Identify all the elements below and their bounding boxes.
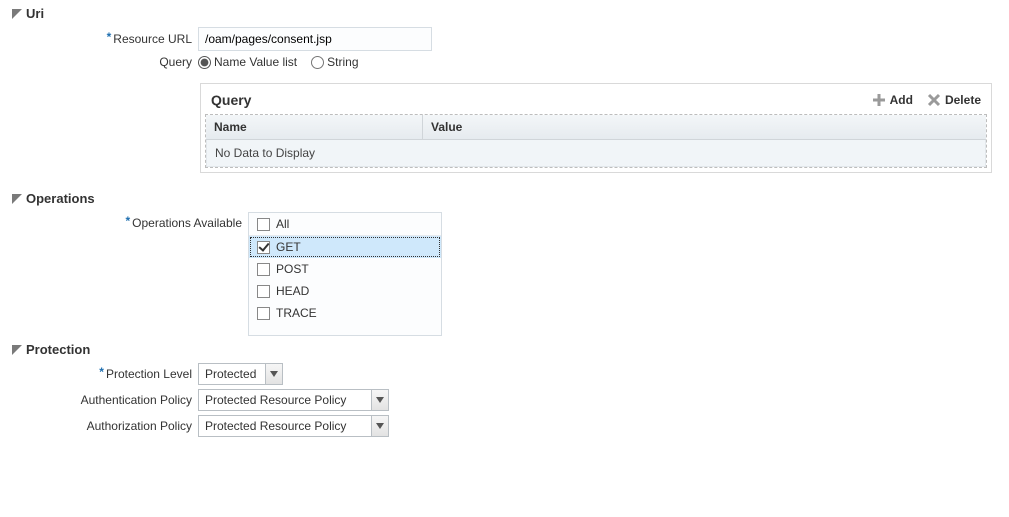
query-empty-text: No Data to Display	[207, 140, 985, 166]
section-protection-title: Protection	[26, 342, 90, 357]
checkbox[interactable]	[257, 285, 270, 298]
protection-level-label: *Protection Level	[0, 367, 198, 381]
operations-all-row[interactable]: All	[249, 213, 441, 236]
checkbox-all[interactable]	[257, 218, 270, 231]
collapse-icon	[12, 345, 22, 355]
resource-url-label: *Resource URL	[0, 32, 198, 46]
operations-listbox[interactable]: All GET POST HEAD TRACE	[248, 212, 442, 336]
query-radio-string[interactable]: String	[311, 55, 358, 69]
query-radio-string-input[interactable]	[311, 56, 324, 69]
query-col-value: Value	[423, 115, 986, 139]
checkbox[interactable]	[257, 307, 270, 320]
section-uri-header[interactable]: Uri	[12, 6, 1009, 21]
required-marker: *	[125, 214, 130, 228]
query-table: Name Value No Data to Display	[205, 114, 987, 168]
required-marker: *	[99, 365, 104, 379]
operation-label: GET	[276, 240, 301, 254]
query-radio-nvl-input[interactable]	[198, 56, 211, 69]
delete-button[interactable]: Delete	[927, 93, 981, 107]
operation-item-post[interactable]: POST	[249, 258, 441, 280]
protection-level-select[interactable]: Protected	[198, 363, 283, 385]
query-panel-title: Query	[211, 92, 251, 108]
query-radio-label: Query	[0, 55, 198, 69]
section-protection-header[interactable]: Protection	[12, 342, 1009, 357]
operation-item-head[interactable]: HEAD	[249, 280, 441, 302]
section-operations-header[interactable]: Operations	[12, 191, 1009, 206]
operation-label: TRACE	[276, 306, 317, 320]
operation-label: HEAD	[276, 284, 309, 298]
section-uri-title: Uri	[26, 6, 44, 21]
authz-policy-select[interactable]: Protected Resource Policy	[198, 415, 389, 437]
resource-url-input[interactable]	[198, 27, 432, 51]
close-icon	[927, 93, 941, 107]
chevron-down-icon	[371, 416, 388, 436]
operation-item-trace[interactable]: TRACE	[249, 302, 441, 324]
required-marker: *	[107, 30, 112, 44]
operations-available-label: *Operations Available	[0, 212, 248, 230]
authn-policy-select[interactable]: Protected Resource Policy	[198, 389, 389, 411]
collapse-icon	[12, 194, 22, 204]
collapse-icon	[12, 9, 22, 19]
add-button[interactable]: Add	[872, 93, 913, 107]
authz-policy-label: Authorization Policy	[0, 419, 198, 433]
operation-item-get[interactable]: GET	[249, 236, 441, 258]
checkbox[interactable]	[257, 241, 270, 254]
chevron-down-icon	[371, 390, 388, 410]
operation-label: POST	[276, 262, 309, 276]
query-col-name: Name	[206, 115, 423, 139]
query-radio-nvl[interactable]: Name Value list	[198, 55, 297, 69]
plus-icon	[872, 93, 886, 107]
section-operations-title: Operations	[26, 191, 95, 206]
authn-policy-label: Authentication Policy	[0, 393, 198, 407]
operations-scroll[interactable]: GET POST HEAD TRACE	[249, 236, 441, 332]
checkbox[interactable]	[257, 263, 270, 276]
query-panel: Query Add Delete Name Value No Data to D…	[200, 83, 992, 173]
chevron-down-icon	[265, 364, 282, 384]
